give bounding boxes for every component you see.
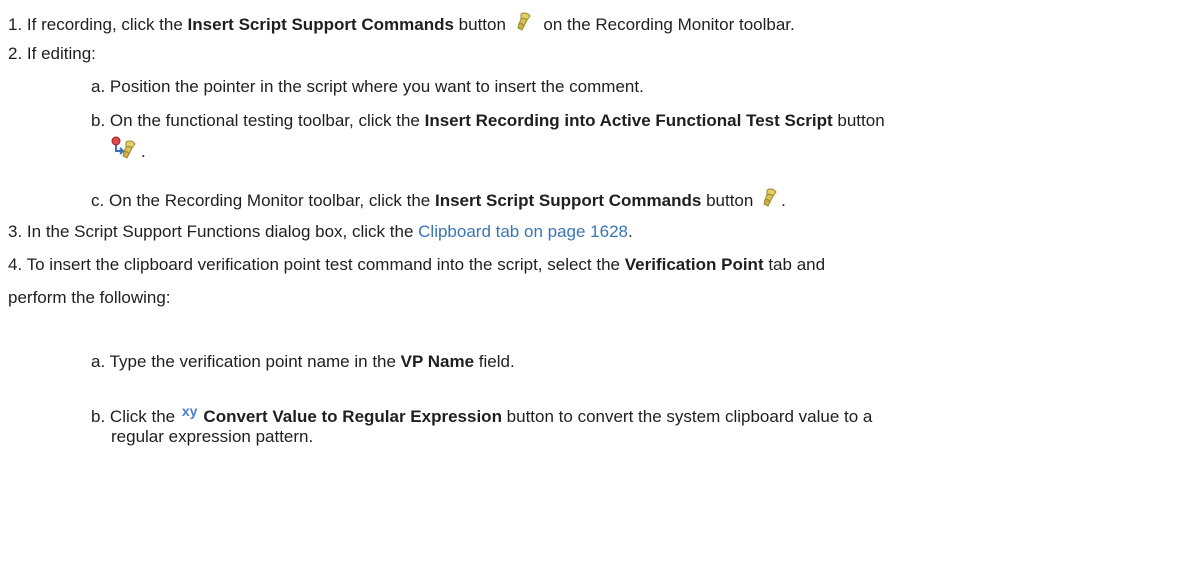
step-4a: a. Type the verification point name in t…	[91, 351, 515, 373]
substep-letter: b.	[91, 407, 106, 426]
step-text: perform the following:	[8, 288, 171, 307]
clipboard-tab-link[interactable]: Clipboard tab on page 1628	[418, 222, 628, 241]
step-4b: b. Click the xy Convert Value to Regular …	[91, 400, 872, 428]
script-support-icon	[515, 11, 535, 39]
step-2: 2. If editing:	[8, 43, 96, 65]
step-text: If editing:	[26, 44, 96, 63]
step-2c: c. On the Recording Monitor toolbar, cli…	[91, 187, 786, 215]
step-text: Click the	[109, 407, 180, 426]
ui-label: Convert Value to Regular Expression	[203, 407, 502, 426]
convert-regex-icon: xy	[181, 403, 198, 419]
step-2b-cont: .	[111, 136, 146, 166]
substep-letter: a.	[91, 352, 106, 371]
step-text: on the Recording Monitor toolbar.	[538, 15, 795, 34]
step-text: button to convert the system clipboard v…	[501, 407, 873, 426]
step-1: 1. If recording, click the Insert Script…	[8, 11, 795, 39]
step-text: In the Script Support Functions dialog b…	[26, 222, 419, 241]
ui-label: Insert Script Support Commands	[434, 191, 702, 210]
substep-letter: a.	[91, 77, 106, 96]
step-text: .	[781, 191, 786, 210]
ui-label: VP Name	[400, 352, 475, 371]
insert-recording-icon	[111, 136, 141, 166]
step-text: button	[458, 15, 506, 34]
step-text: button	[701, 191, 754, 210]
substep-letter: c.	[91, 191, 105, 210]
substep-letter: b.	[91, 111, 106, 130]
step-text: On the Recording Monitor toolbar, click …	[108, 191, 435, 210]
step-4b-cont: regular expression pattern.	[111, 426, 313, 448]
step-text: .	[141, 142, 146, 161]
step-number: 1.	[8, 15, 23, 34]
step-text: On the functional testing toolbar, click…	[109, 111, 425, 130]
step-2a: a. Position the pointer in the script wh…	[91, 76, 644, 98]
script-support-icon	[761, 187, 781, 215]
step-text: If recording, click the	[26, 15, 188, 34]
step-text: .	[627, 222, 633, 241]
document-page: 1. If recording, click the Insert Script…	[0, 0, 1190, 565]
step-text: button	[832, 111, 885, 130]
step-text: To insert the clipboard verification poi…	[26, 255, 625, 274]
step-text: Type the verification point name in the	[109, 352, 401, 371]
step-number: 4.	[8, 255, 23, 274]
step-4: 4. To insert the clipboard verification …	[8, 254, 825, 276]
step-text: field.	[474, 352, 515, 371]
step-3: 3. In the Script Support Functions dialo…	[8, 221, 633, 243]
step-text: regular expression pattern.	[111, 427, 314, 446]
step-2b: b. On the functional testing toolbar, cl…	[91, 110, 885, 132]
ui-label: Insert Script Support Commands	[187, 15, 454, 34]
step-4-cont: perform the following:	[8, 287, 171, 309]
ui-label: Insert Recording into Active Functional …	[424, 111, 833, 130]
step-number: 3.	[8, 222, 23, 241]
step-text: Position the pointer in the script where…	[109, 77, 644, 96]
step-number: 2.	[8, 44, 23, 63]
ui-label: Verification Point	[624, 255, 764, 274]
step-text: tab and	[763, 255, 826, 274]
